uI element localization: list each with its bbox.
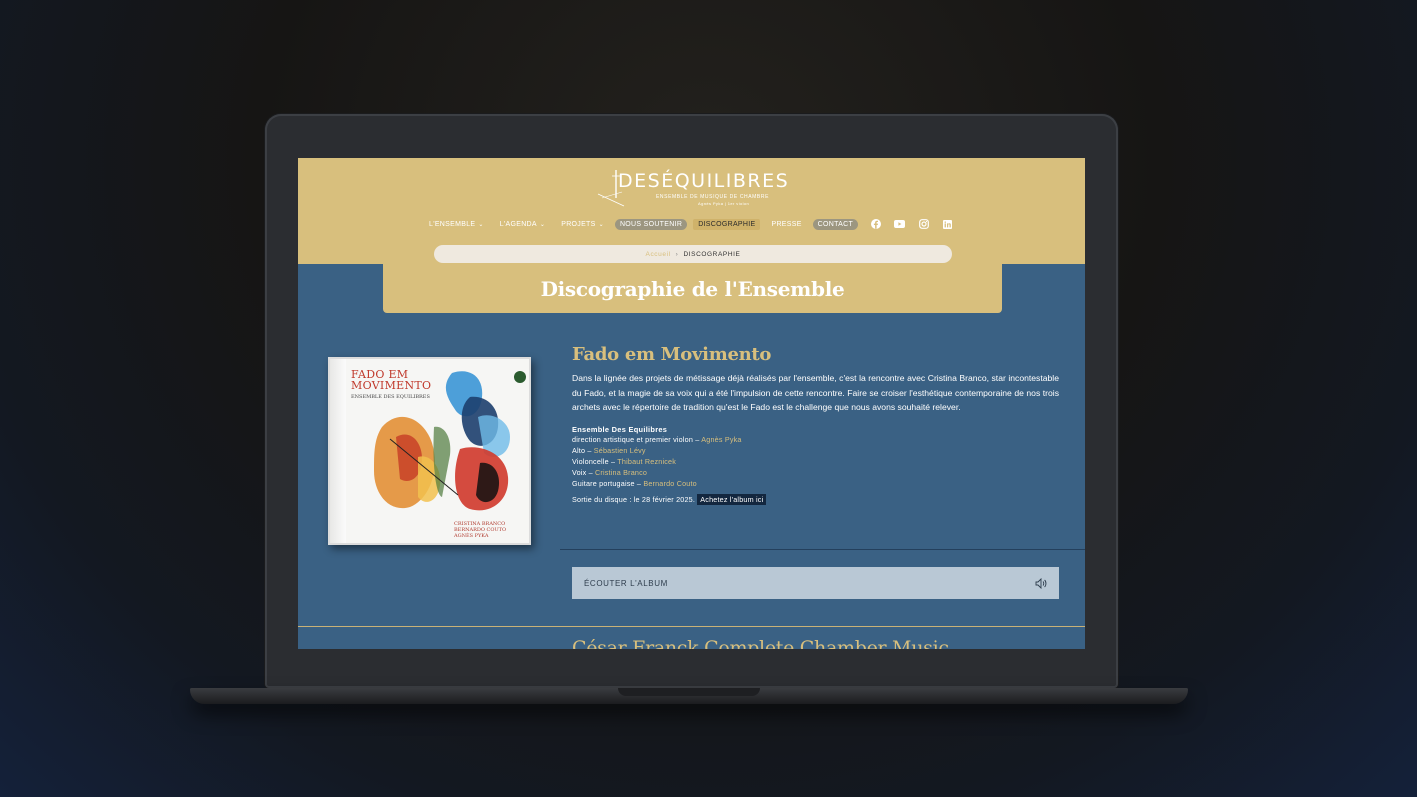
brand-name: DESÉQUILIBRES — [618, 170, 790, 192]
nav-item-presse[interactable]: PRESSE — [766, 219, 806, 230]
page-title: Discographie de l'Ensemble — [540, 276, 845, 301]
credit-line: direction artistique et premier violon –… — [572, 434, 1059, 445]
website-screen: DESÉQUILIBRES ENSEMBLE DE MUSIQUE DE CHA… — [298, 158, 1085, 649]
album-details: Fado em Movimento Dans la lignée des pro… — [572, 344, 1059, 505]
album-title: Fado em Movimento — [572, 344, 772, 365]
instagram-icon[interactable] — [918, 219, 929, 230]
credit-person-link[interactable]: Cristina Branco — [595, 468, 647, 477]
release-date-text: Sortie du disque : le 28 février 2025. — [572, 494, 698, 504]
section-divider — [560, 549, 1085, 550]
album-cover-subtitle: ENSEMBLE DES EQUILIBRES — [351, 394, 430, 400]
brand-tagline: ENSEMBLE DE MUSIQUE DE CHAMBRE — [656, 194, 770, 200]
nav-item-label: L'ENSEMBLE — [429, 220, 476, 228]
nav-button-soutenir[interactable]: NOUS SOUTENIR — [614, 218, 688, 230]
album-cover-title-line2: MOVIMENTO — [351, 379, 432, 392]
listen-album-label: ÉCOUTER L'ALBUM — [584, 578, 668, 588]
main-nav: L'ENSEMBLE ⌄ L'AGENDA ⌄ PROJETS ⌄ NOUS S… — [424, 216, 953, 232]
credit-person-link[interactable]: Bernardo Couto — [643, 479, 697, 488]
ensemble-name: Ensemble Des Equilibres — [572, 424, 668, 434]
credit-role: Alto – — [572, 445, 594, 455]
breadcrumb-home-link[interactable]: Accueil — [646, 251, 671, 258]
next-album-title: César Franck Complete Chamber Music — [572, 637, 949, 649]
site-header: DESÉQUILIBRES ENSEMBLE DE MUSIQUE DE CHA… — [298, 158, 1085, 264]
breadcrumb-separator: › — [675, 250, 679, 258]
social-links — [870, 219, 953, 230]
breadcrumb: Accueil › DISCOGRAPHIE — [434, 245, 952, 263]
chevron-down-icon: ⌄ — [598, 221, 604, 228]
album-cover-credit: AGNÈS PYKA — [454, 533, 489, 539]
nav-button-contact[interactable]: CONTACT — [812, 218, 859, 230]
chevron-down-icon: ⌄ — [539, 221, 546, 228]
credit-line: Guitare portugaise – Bernardo Couto — [572, 478, 1059, 489]
nav-item-agenda[interactable]: L'AGENDA ⌄ — [495, 219, 551, 230]
nav-item-label: L'AGENDA — [499, 220, 537, 228]
buy-album-link[interactable]: Achetez l'album ici — [697, 493, 767, 505]
credit-role: direction artistique et premier violon – — [572, 434, 702, 444]
credit-person-link[interactable]: Agnès Pyka — [701, 435, 741, 444]
credit-line: Alto – Sébastien Lévy — [572, 445, 1059, 456]
youtube-icon[interactable] — [894, 219, 906, 230]
listen-album-toggle[interactable]: ÉCOUTER L'ALBUM — [572, 567, 1059, 599]
credit-line: Voix – Cristina Branco — [572, 467, 1059, 478]
linkedin-icon[interactable] — [942, 219, 953, 230]
album-cover: FADO EM MOVIMENTO ENSEMBLE DES EQUILIBRE… — [328, 357, 531, 545]
section-separator — [298, 626, 1085, 627]
site-logo[interactable]: DESÉQUILIBRES ENSEMBLE DE MUSIQUE DE CHA… — [596, 168, 796, 212]
credit-role: Guitare portugaise – — [572, 478, 644, 488]
album-cover-credits: CRISTINA BRANCO BERNARDO COUTO AGNÈS PYK… — [454, 521, 506, 539]
speaker-icon — [1035, 577, 1047, 589]
brand-subline: Agnès Pyka | 1er violon — [698, 201, 750, 206]
credit-person-link[interactable]: Sébastien Lévy — [594, 446, 646, 455]
nav-item-projets[interactable]: PROJETS ⌄ — [556, 219, 609, 230]
album-cover-title: FADO EM MOVIMENTO — [351, 369, 431, 391]
nav-item-ensemble[interactable]: L'ENSEMBLE ⌄ — [424, 219, 489, 230]
page-title-panel: Discographie de l'Ensemble — [383, 264, 1002, 313]
cd-case-spine — [330, 359, 346, 543]
nav-item-label: PROJETS — [561, 220, 596, 228]
chevron-down-icon: ⌄ — [478, 221, 484, 228]
nav-item-discographie[interactable]: DISCOGRAPHIE — [693, 218, 761, 230]
facebook-icon[interactable] — [870, 219, 881, 230]
credit-role: Violoncelle – — [572, 456, 618, 466]
credit-line: Violoncelle – Thibaut Reznicek — [572, 456, 1059, 467]
credit-role: Voix – — [572, 467, 595, 477]
release-info: Sortie du disque : le 28 février 2025. A… — [572, 493, 1059, 505]
credit-person-link[interactable]: Thibaut Reznicek — [617, 457, 676, 466]
laptop-notch — [618, 688, 760, 696]
credits-list: direction artistique et premier violon –… — [572, 434, 1059, 489]
album-description: Dans la lignée des projets de métissage … — [572, 373, 1059, 413]
breadcrumb-current: DISCOGRAPHIE — [683, 250, 741, 258]
